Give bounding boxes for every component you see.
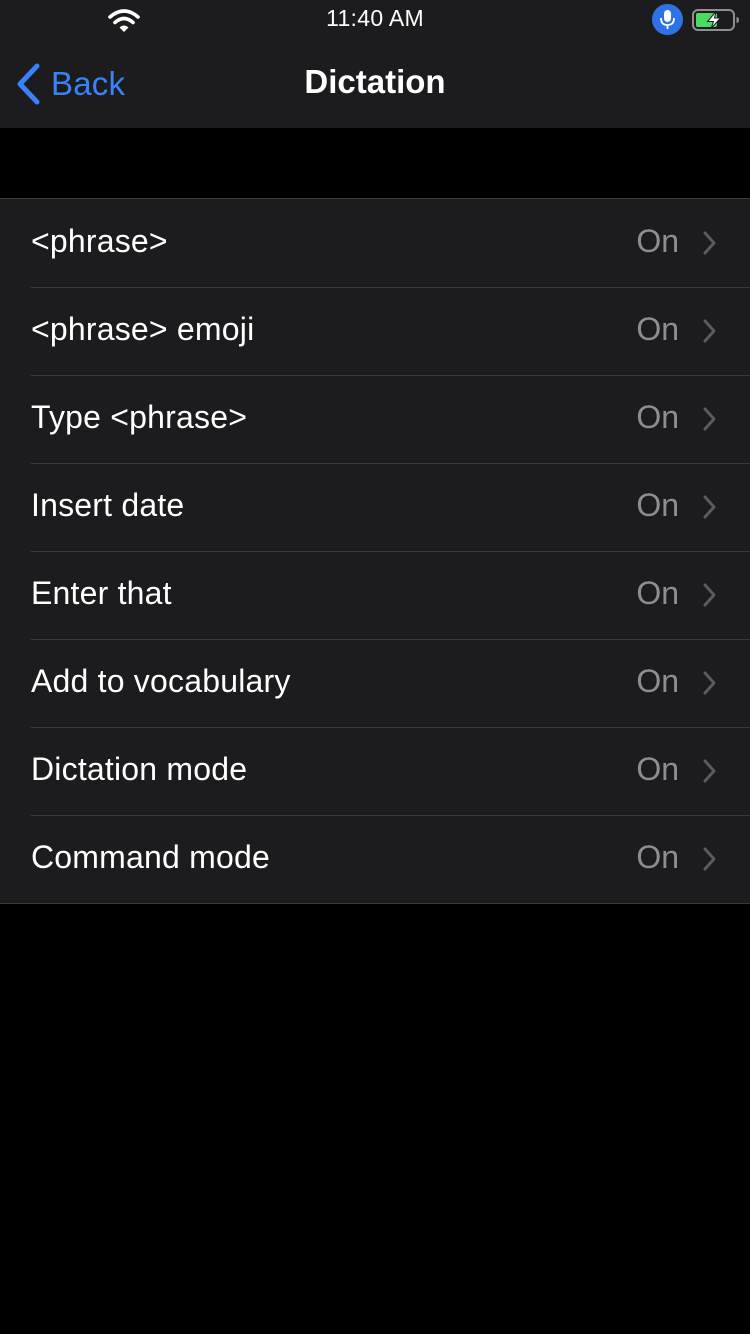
row-phrase-emoji[interactable]: <phrase> emoji On — [0, 287, 750, 375]
row-label: Dictation mode — [31, 751, 248, 787]
chevron-right-icon — [703, 407, 716, 431]
row-value: On — [636, 575, 679, 611]
row-enter-that[interactable]: Enter that On — [0, 551, 750, 639]
row-value: On — [636, 399, 679, 435]
chevron-right-icon — [703, 847, 716, 871]
chevron-right-icon — [703, 319, 716, 343]
row-label: Type <phrase> — [31, 399, 248, 435]
chevron-right-icon — [703, 583, 716, 607]
battery-charging-icon — [692, 9, 739, 31]
chevron-right-icon — [703, 495, 716, 519]
row-type-phrase[interactable]: Type <phrase> On — [0, 375, 750, 463]
row-label: Insert date — [31, 487, 185, 523]
microphone-icon — [652, 4, 683, 35]
page-title: Dictation — [304, 63, 446, 100]
row-value: On — [636, 311, 679, 347]
row-label: <phrase> emoji — [31, 311, 255, 347]
chevron-right-icon — [703, 671, 716, 695]
row-label: Enter that — [31, 575, 172, 611]
navigation-bar: Back Dictation — [0, 40, 750, 128]
row-value: On — [636, 663, 679, 699]
status-bar: 11:40 AM — [0, 0, 750, 40]
row-value: On — [636, 223, 679, 259]
row-label: Add to vocabulary — [31, 663, 291, 699]
row-value: On — [636, 839, 679, 875]
row-insert-date[interactable]: Insert date On — [0, 463, 750, 551]
row-phrase[interactable]: <phrase> On — [0, 199, 750, 287]
row-dictation-mode[interactable]: Dictation mode On — [0, 727, 750, 815]
status-time: 11:40 AM — [326, 5, 424, 31]
dictation-commands-list: <phrase> On <phrase> emoji On Type <phra… — [0, 198, 750, 904]
chevron-right-icon — [703, 759, 716, 783]
row-command-mode[interactable]: Command mode On — [0, 815, 750, 903]
row-label: Command mode — [31, 839, 270, 875]
top-area: 11:40 AM Back Dictation — [0, 0, 750, 128]
row-label: <phrase> — [31, 223, 168, 259]
row-value: On — [636, 751, 679, 787]
row-add-to-vocabulary[interactable]: Add to vocabulary On — [0, 639, 750, 727]
chevron-right-icon — [703, 231, 716, 255]
row-value: On — [636, 487, 679, 523]
